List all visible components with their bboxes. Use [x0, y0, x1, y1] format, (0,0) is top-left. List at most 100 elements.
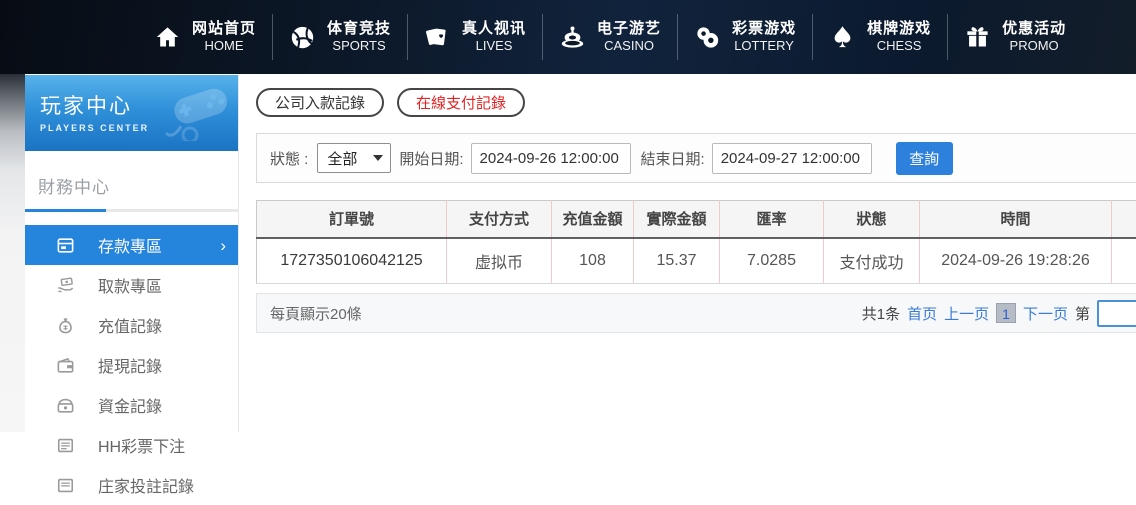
- sidebar-menu: 存款專區 › 取款專區 充值記錄 提現記錄 資金記錄 HH彩票下注 庄家投註記錄: [25, 225, 238, 505]
- sidebar-item-label: 存款專區: [98, 233, 162, 257]
- nav-lives-zh: 真人视讯: [462, 20, 526, 39]
- nav-item-lottery[interactable]: 彩票游戏 LOTTERY: [678, 20, 812, 55]
- sidebar-item-hh-lottery-bets[interactable]: HH彩票下注: [25, 425, 238, 465]
- start-date-label: 開始日期:: [399, 148, 463, 169]
- cell-extra: [1112, 238, 1136, 284]
- home-icon: [154, 24, 181, 51]
- pagination-bar: 每頁顯示20條 共1条 首页 上一页 1 下一页 第: [256, 293, 1136, 333]
- end-date-label: 結束日期:: [641, 148, 705, 169]
- jump-page-input[interactable]: [1097, 300, 1136, 327]
- sidebar-item-label: 庄家投註記錄: [98, 473, 194, 497]
- sidebar-header: 玩家中心 PLAYERS CENTER: [25, 75, 238, 151]
- nav-casino-zh: 电子游艺: [597, 20, 661, 39]
- current-page-indicator: 1: [996, 303, 1016, 323]
- start-date-input[interactable]: [471, 143, 631, 174]
- cell-order-number: 1727350106042125: [257, 238, 447, 284]
- nav-item-chess[interactable]: 棋牌游戏 CHESS: [813, 20, 947, 55]
- cell-status: 支付成功: [824, 238, 920, 284]
- sidebar-item-recharge-records[interactable]: 充值記錄: [25, 305, 238, 345]
- nav-lottery-zh: 彩票游戏: [732, 20, 796, 39]
- record-list-icon: [56, 476, 75, 495]
- nav-lottery-en: LOTTERY: [734, 38, 794, 54]
- nav-chess-en: CHESS: [877, 38, 922, 54]
- chevron-right-icon: ›: [220, 237, 226, 254]
- header-time: 時間: [920, 201, 1112, 238]
- nav-lives-en: LIVES: [476, 38, 513, 54]
- money-bag-icon: [56, 316, 75, 335]
- nav-item-home[interactable]: 网站首页 HOME: [138, 20, 272, 55]
- nav-promo-zh: 优惠活动: [1002, 20, 1066, 39]
- header-recharge-amount: 充值金額: [552, 201, 634, 238]
- nav-item-promo[interactable]: 优惠活动 PROMO: [948, 20, 1082, 55]
- page-background-strip: [0, 74, 25, 432]
- chevron-down-icon: [373, 155, 383, 161]
- status-select-value: 全部: [327, 148, 357, 169]
- nav-chess-zh: 棋牌游戏: [867, 20, 931, 39]
- record-tabs: 公司入款記錄 在線支付記錄: [256, 88, 1136, 117]
- tab-company-deposit-records[interactable]: 公司入款記錄: [256, 88, 384, 117]
- nav-home-en: HOME: [205, 38, 244, 54]
- sidebar-item-deposit[interactable]: 存款專區 ›: [25, 225, 238, 265]
- header-payment-method: 支付方式: [447, 201, 552, 238]
- prev-page-link[interactable]: 上一页: [944, 303, 989, 324]
- sidebar-item-withdraw[interactable]: 取款專區: [25, 265, 238, 305]
- tab-online-payment-records[interactable]: 在線支付記錄: [397, 88, 525, 117]
- purse-icon: [56, 396, 75, 415]
- total-count-text: 共1条: [862, 303, 900, 324]
- header-exchange-rate: 匯率: [720, 201, 824, 238]
- header-status: 狀態: [824, 201, 920, 238]
- sidebar-item-banker-bet-records[interactable]: 庄家投註記錄: [25, 465, 238, 505]
- status-select[interactable]: 全部: [317, 143, 391, 173]
- page-size-text: 每頁顯示20條: [270, 303, 362, 324]
- gift-icon: [964, 24, 991, 51]
- sidebar-section-title: 財務中心: [25, 151, 238, 198]
- nav-casino-en: CASINO: [604, 38, 654, 54]
- sidebar-item-funds-records[interactable]: 資金記錄: [25, 385, 238, 425]
- cell-time: 2024-09-26 19:28:26: [920, 238, 1112, 284]
- gamepad-icon: [156, 85, 234, 141]
- cell-actual-amount: 15.37: [634, 238, 720, 284]
- sports-icon: [289, 24, 316, 51]
- filter-bar: 狀態 : 全部 開始日期: 結束日期: 查詢: [256, 133, 1136, 183]
- sidebar-item-label: 取款專區: [98, 273, 162, 297]
- lottery-balls-icon: [694, 24, 721, 51]
- list-icon: [56, 436, 75, 455]
- first-page-link[interactable]: 首页: [907, 303, 937, 324]
- jump-page-label: 第: [1075, 303, 1090, 324]
- deposit-icon: [56, 236, 75, 255]
- header-extra: [1112, 201, 1136, 238]
- search-button[interactable]: 查詢: [896, 142, 953, 175]
- sidebar-section-divider: [25, 209, 238, 212]
- sidebar-item-label: 提現記錄: [98, 353, 162, 377]
- nav-sports-zh: 体育竞技: [327, 20, 391, 39]
- cell-exchange-rate: 7.0285: [720, 238, 824, 284]
- main-content: 公司入款記錄 在線支付記錄 狀態 : 全部 開始日期: 結束日期: 查詢 訂單號…: [256, 74, 1136, 432]
- playing-cards-icon: [424, 24, 451, 51]
- cell-payment-method: 虚拟币: [447, 238, 552, 284]
- header-order-number: 訂單號: [257, 201, 447, 238]
- wallet-icon: [56, 356, 75, 375]
- header-actual-amount: 實際金額: [634, 201, 720, 238]
- pagination-controls: 共1条 首页 上一页 1 下一页 第: [862, 300, 1136, 327]
- nav-sports-en: SPORTS: [332, 38, 385, 54]
- sidebar-item-withdrawal-records[interactable]: 提現記錄: [25, 345, 238, 385]
- cell-recharge-amount: 108: [552, 238, 634, 284]
- end-date-input[interactable]: [712, 143, 872, 174]
- sidebar: 玩家中心 PLAYERS CENTER 財務中心 存款專區 › 取款專區: [25, 75, 239, 432]
- sidebar-item-label: 資金記錄: [98, 393, 162, 417]
- status-label: 狀態 :: [270, 148, 308, 169]
- nav-item-lives[interactable]: 真人视讯 LIVES: [408, 20, 542, 55]
- withdraw-icon: [56, 276, 75, 295]
- nav-item-casino[interactable]: 电子游艺 CASINO: [543, 20, 677, 55]
- table-row: 1727350106042125 虚拟币 108 15.37 7.0285 支付…: [257, 238, 1136, 284]
- top-navigation: 网站首页 HOME 体育竞技 SPORTS 真人视讯 LIVES 电子游艺 CA…: [0, 0, 1136, 74]
- table-header-row: 訂單號 支付方式 充值金額 實際金額 匯率 狀態 時間: [257, 201, 1136, 238]
- sidebar-item-label: HH彩票下注: [98, 433, 185, 457]
- payment-records-table: 訂單號 支付方式 充值金額 實際金額 匯率 狀態 時間 172735010604…: [256, 200, 1136, 284]
- nav-item-sports[interactable]: 体育竞技 SPORTS: [273, 20, 407, 55]
- sidebar-item-label: 充值記錄: [98, 313, 162, 337]
- roulette-icon: [559, 24, 586, 51]
- spade-icon: [829, 24, 856, 51]
- nav-promo-en: PROMO: [1010, 38, 1059, 54]
- next-page-link[interactable]: 下一页: [1023, 303, 1068, 324]
